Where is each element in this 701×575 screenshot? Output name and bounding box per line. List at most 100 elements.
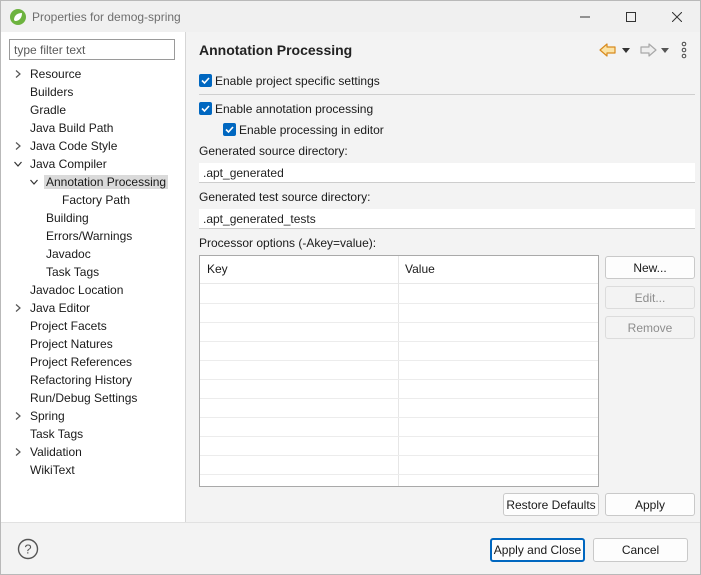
forward-button[interactable]	[639, 40, 657, 60]
help-glyph: ?	[24, 542, 31, 557]
column-header-key[interactable]: Key	[207, 262, 228, 276]
remove-button[interactable]: Remove	[605, 316, 695, 339]
tree-item-label: Gradle	[30, 103, 67, 117]
tree-item[interactable]: Java Build Path	[13, 119, 115, 137]
tree-item[interactable]: Task Tags	[13, 425, 85, 443]
enable-annotation-processing-label: Enable annotation processing	[215, 102, 374, 116]
chevron-right-icon[interactable]	[13, 407, 23, 425]
chevron-right-icon[interactable]	[13, 65, 23, 83]
apply-and-close-button[interactable]: Apply and Close	[490, 538, 585, 562]
tree-item-label: Javadoc Location	[30, 283, 124, 297]
column-header-value[interactable]: Value	[405, 262, 435, 276]
tree-item[interactable]: Gradle	[13, 101, 68, 119]
new-button[interactable]: New...	[605, 256, 695, 279]
tree-item[interactable]: Refactoring History	[13, 371, 134, 389]
maximize-button[interactable]	[608, 1, 654, 32]
table-header: Key Value	[200, 256, 598, 284]
forward-history-dropdown[interactable]	[660, 40, 670, 60]
tree-item[interactable]: Errors/Warnings	[29, 227, 134, 245]
tree-item-label: Java Build Path	[30, 121, 114, 135]
tree-item-label: Run/Debug Settings	[30, 391, 138, 405]
chevron-right-icon[interactable]	[13, 137, 23, 155]
chevron-right-icon[interactable]	[13, 443, 23, 461]
checkbox-checked-icon	[223, 123, 236, 136]
tree-item[interactable]: Javadoc Location	[13, 281, 125, 299]
tree-item[interactable]: Spring	[13, 407, 67, 425]
title-bar: Properties for demog-spring	[1, 1, 700, 32]
view-menu-button[interactable]	[679, 40, 689, 60]
apply-button[interactable]: Apply	[605, 493, 695, 516]
chevron-right-icon[interactable]	[13, 299, 23, 317]
tree-item[interactable]: WikiText	[13, 461, 77, 479]
properties-dialog: Properties for demog-spring Resource Buil…	[0, 0, 701, 575]
table-row-divider	[200, 455, 598, 456]
tree-item[interactable]: Annotation Processing	[29, 173, 169, 191]
tree-item[interactable]: Task Tags	[29, 263, 101, 281]
enable-project-specific-checkbox[interactable]: Enable project specific settings	[199, 73, 399, 91]
chevron-down-icon[interactable]	[13, 155, 23, 173]
table-row-divider	[200, 474, 598, 475]
chevron-down-icon	[661, 48, 669, 53]
tree-item[interactable]: Resource	[13, 65, 83, 83]
table-row-divider	[200, 379, 598, 380]
tree-item[interactable]: Factory Path	[45, 191, 132, 209]
tree-item-label: Resource	[30, 67, 82, 81]
tree-item[interactable]: Builders	[13, 83, 75, 101]
enable-processing-in-editor-label: Enable processing in editor	[239, 123, 384, 137]
tree-item[interactable]: Project References	[13, 353, 134, 371]
table-row-divider	[200, 341, 598, 342]
tree-item-label: WikiText	[30, 463, 75, 477]
settings-page: Annotation Processing Enable project spe…	[187, 32, 700, 522]
spring-leaf-icon	[10, 9, 26, 25]
tree-item[interactable]: Validation	[13, 443, 84, 461]
generated-source-dir-field[interactable]: .apt_generated	[199, 163, 695, 183]
filter-input[interactable]	[9, 39, 175, 60]
back-button[interactable]	[599, 40, 617, 60]
enable-project-specific-label: Enable project specific settings	[215, 74, 380, 88]
processor-options-label: Processor options (-Akey=value):	[199, 236, 377, 250]
tree-item[interactable]: Java Editor	[13, 299, 92, 317]
help-button[interactable]: ?	[17, 538, 39, 560]
close-button[interactable]	[654, 1, 700, 32]
tree-item-label: Javadoc	[46, 247, 91, 261]
enable-annotation-processing-checkbox[interactable]: Enable annotation processing	[199, 101, 399, 119]
tree-item[interactable]: Javadoc	[29, 245, 93, 263]
tree-item-label: Validation	[30, 445, 82, 459]
kebab-menu-icon	[681, 41, 687, 59]
table-row-divider	[200, 417, 598, 418]
tree-item[interactable]: Project Facets	[13, 317, 109, 335]
generated-test-source-dir-field[interactable]: .apt_generated_tests	[199, 209, 695, 229]
restore-defaults-button[interactable]: Restore Defaults	[503, 493, 599, 516]
separator	[199, 94, 695, 95]
edit-button[interactable]: Edit...	[605, 286, 695, 309]
tree-item-label: Task Tags	[46, 265, 100, 279]
tree-item-label: Factory Path	[62, 193, 131, 207]
help-icon: ?	[17, 538, 39, 560]
tree-item[interactable]: Run/Debug Settings	[13, 389, 139, 407]
tree-item[interactable]: Java Compiler	[13, 155, 109, 173]
tree-item-label: Project References	[30, 355, 133, 369]
tree-item-label: Errors/Warnings	[46, 229, 133, 243]
table-row-divider	[200, 360, 598, 361]
cancel-button[interactable]: Cancel	[593, 538, 688, 562]
chevron-down-icon[interactable]	[29, 173, 39, 191]
back-history-dropdown[interactable]	[621, 40, 631, 60]
tree-item-label: Java Editor	[30, 301, 91, 315]
tree-item-label: Java Compiler	[30, 157, 107, 171]
tree-item-label: Refactoring History	[30, 373, 133, 387]
maximize-icon	[626, 11, 636, 22]
tree-item[interactable]: Building	[29, 209, 91, 227]
tree-item-label: Project Natures	[30, 337, 113, 351]
generated-test-source-dir-label: Generated test source directory:	[199, 190, 371, 204]
processor-options-table[interactable]: Key Value	[199, 255, 599, 487]
page-title: Annotation Processing	[199, 42, 353, 58]
tree-item[interactable]: Project Natures	[13, 335, 115, 353]
close-icon	[672, 11, 682, 22]
chevron-down-icon	[622, 48, 630, 53]
minimize-button[interactable]	[562, 1, 608, 32]
tree-item-label: Spring	[30, 409, 65, 423]
tree-item[interactable]: Java Code Style	[13, 137, 119, 155]
checkbox-checked-icon	[199, 74, 212, 87]
table-row-divider	[200, 436, 598, 437]
enable-processing-in-editor-checkbox[interactable]: Enable processing in editor	[223, 122, 423, 140]
